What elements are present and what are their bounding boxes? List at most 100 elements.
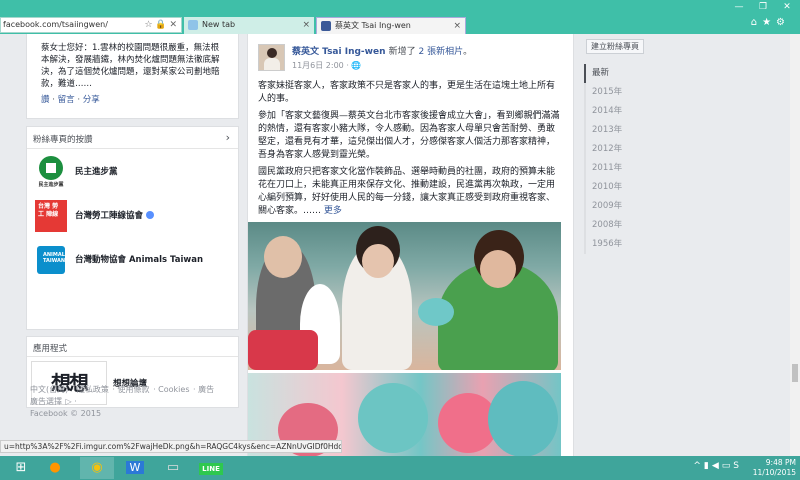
tab-favicon-icon — [321, 21, 331, 31]
home-icon[interactable]: ⌂ — [751, 17, 762, 28]
year-item[interactable]: 2014年 — [586, 102, 622, 121]
tab-label: New tab — [202, 20, 236, 29]
network-icon[interactable]: ▮ — [704, 461, 712, 471]
maximize-icon[interactable]: ❐ — [752, 0, 774, 14]
tab-favicon-icon — [188, 20, 198, 30]
post-photo-1[interactable] — [248, 222, 561, 370]
post-action-prefix: 新增了 — [388, 47, 416, 57]
footer-link[interactable]: Cookies — [158, 385, 189, 394]
liked-page-item[interactable]: 民主進步黨 民主進步黨 — [27, 149, 238, 193]
scrollbar-thumb[interactable] — [792, 364, 798, 382]
firefox-glyph: ● — [49, 460, 61, 475]
tlf-logo-icon: 台灣 勞工 陣線 — [35, 200, 67, 232]
comment-text: 蔡女士您好：1.雲林的校園問題很嚴重，無法根本解決，發展牆鐵，林內焚化爐問題無法… — [41, 43, 220, 89]
dpp-logo-icon: 民主進步黨 — [35, 156, 67, 188]
chrome-glyph: ◉ — [91, 460, 103, 475]
volume-icon[interactable]: ◀ — [712, 461, 722, 471]
address-bar[interactable]: facebook.com/tsaiingwen/ ☆ 🔒 ✕ — [0, 17, 182, 33]
line-app-icon[interactable]: LINE — [194, 457, 228, 479]
chevron-right-icon[interactable]: › — [226, 131, 230, 144]
tab-new-tab[interactable]: New tab × — [184, 17, 314, 34]
liked-page-name[interactable]: 台灣勞工陣線協會 — [75, 209, 143, 221]
word-glyph: W — [125, 461, 145, 474]
liked-page-name[interactable]: 台灣動物協會 Animals Taiwan — [75, 253, 203, 265]
star-icon[interactable]: ★ — [762, 17, 776, 28]
animals-taiwan-logo-icon: ANIMALS TAIWAN — [35, 244, 69, 276]
tab-tsai-ingwen[interactable]: 蔡英文 Tsai Ing-wen × — [316, 17, 466, 34]
post-action-suffix: 。 — [463, 47, 473, 57]
browser-chrome: facebook.com/tsaiingwen/ ☆ 🔒 ✕ New tab ×… — [0, 0, 800, 34]
footer-link[interactable]: 隱私政策 — [77, 385, 109, 394]
dpp-logo-text: 民主進步黨 — [38, 182, 64, 188]
footer-link[interactable]: 使用條款 — [118, 385, 150, 394]
browser-toolbar-icons[interactable]: ⌂★⚙ — [751, 17, 790, 28]
ime-icon[interactable]: S — [733, 461, 742, 471]
start-button[interactable]: ⊞ — [4, 457, 38, 479]
line-glyph: LINE — [199, 463, 223, 475]
year-item[interactable]: 2009年 — [586, 197, 622, 216]
caret-up-icon[interactable]: ^ — [693, 461, 704, 471]
year-item[interactable]: 2011年 — [586, 159, 622, 178]
link-status-bar: u=http%3A%2F%2Fi.imgur.com%2FwajHeDk.png… — [0, 440, 342, 453]
liked-page-item[interactable]: ANIMALS TAIWAN 台灣動物協會 Animals Taiwan — [27, 237, 238, 281]
comment-actions: 讚 · 留言 · 分享 — [41, 95, 100, 105]
see-more-link[interactable]: 更多 — [324, 206, 342, 216]
share-link[interactable]: 分享 — [83, 95, 100, 105]
author-avatar[interactable] — [258, 44, 285, 71]
create-page-button[interactable]: 建立粉絲專頁 — [586, 39, 644, 54]
close-window-icon[interactable]: ✕ — [776, 0, 798, 14]
explorer-glyph: ▭ — [166, 460, 180, 475]
post-paragraph: 客家妹挺客家人，客家政策不只是客家人的事，更是生活在這塊土地上所有人的事。 — [258, 81, 556, 104]
gear-icon[interactable]: ⚙ — [776, 17, 790, 28]
clock[interactable]: 9:48 PM 11/10/2015 — [753, 456, 796, 480]
chrome-icon[interactable]: ◉ — [80, 457, 114, 479]
tab-label: 蔡英文 Tsai Ing-wen — [335, 21, 411, 30]
year-item[interactable]: 2008年 — [586, 216, 622, 235]
liked-page-item[interactable]: 台灣 勞工 陣線 台灣勞工陣線協會 — [27, 193, 238, 237]
minimize-icon[interactable]: — — [728, 0, 750, 14]
post-paragraph: 參加「客家文藝復興—蔡英文台北市客家後援會成立大會」，看到鄉親們滿滿的熱情，還有… — [258, 111, 560, 160]
year-item[interactable]: 2013年 — [586, 121, 622, 140]
page-scrollbar[interactable] — [790, 34, 800, 456]
liked-pages-card: 粉絲專頁的按讚 › 民主進步黨 民主進步黨 台灣 勞工 陣線 台灣勞工陣線協會 … — [26, 126, 239, 330]
apps-title: 應用程式 — [27, 337, 238, 357]
post-body: 客家妹挺客家人，客家政策不只是客家人的事，更是生活在這塊土地上所有人的事。 參加… — [258, 80, 563, 218]
close-tab-icon[interactable]: × — [302, 17, 310, 33]
year-item[interactable]: 1956年 — [586, 235, 622, 254]
battery-icon[interactable]: ▭ — [722, 461, 734, 471]
taskbar: ⊞ ● ◉ W ▭ LINE ^▮◀▭S 9:48 PM 11/10/2015 — [0, 456, 800, 480]
explorer-icon[interactable]: ▭ — [156, 457, 190, 479]
copyright: Facebook © 2015 — [30, 409, 102, 418]
year-item[interactable]: 最新 — [584, 64, 622, 83]
post-time[interactable]: 11月6日 2:00 · — [292, 61, 349, 70]
close-tab-icon[interactable]: × — [453, 18, 461, 34]
comment-snippet-card: 蔡女士您好：1.雲林的校園問題很嚴重，無法根本解決，發展牆鐵，林內焚化爐問題無法… — [26, 34, 239, 119]
page: 蔡女士您好：1.雲林的校園問題很嚴重，無法根本解決，發展牆鐵，林內焚化爐問題無法… — [0, 34, 790, 456]
footer-link[interactable]: 廣告 — [198, 385, 214, 394]
post-paragraph: 國民黨政府只把客家文化當作裝飾品、選舉時動員的社團，政府的預算未能花在刀口上，未… — [258, 167, 556, 216]
footer: 中文(台灣) · 隱私政策 · 使用條款 · Cookies · 廣告 廣告選擇… — [30, 384, 230, 420]
author-name[interactable]: 蔡英文 Tsai Ing-wen — [292, 47, 386, 57]
year-item[interactable]: 2012年 — [586, 140, 622, 159]
year-item[interactable]: 2010年 — [586, 178, 622, 197]
tlf-logo-text: 台灣 勞工 陣線 — [38, 203, 59, 218]
system-tray-icons[interactable]: ^▮◀▭S — [693, 461, 742, 471]
like-link[interactable]: 讚 — [41, 95, 50, 105]
word-icon[interactable]: W — [118, 457, 152, 479]
liked-page-name[interactable]: 民主進步黨 — [75, 165, 118, 177]
address-text: facebook.com/tsaiingwen/ — [3, 20, 108, 29]
post-header: 蔡英文 Tsai Ing-wen 新增了 2 張新相片。 11月6日 2:00 … — [258, 44, 563, 72]
clock-time: 9:48 PM — [765, 458, 796, 467]
year-item[interactable]: 2015年 — [586, 83, 622, 102]
clock-date: 11/10/2015 — [752, 468, 796, 477]
animals-taiwan-logo-text: ANIMALS TAIWAN — [43, 252, 69, 264]
verified-badge-icon — [146, 211, 155, 219]
footer-link[interactable]: 廣告選擇 — [30, 397, 62, 406]
globe-icon: 🌐 — [351, 61, 362, 70]
footer-link[interactable]: 中文(台灣) — [30, 385, 68, 394]
firefox-icon[interactable]: ● — [38, 457, 72, 479]
lock-icon: ☆ 🔒 ✕ — [144, 20, 177, 30]
post-action-link[interactable]: 2 張新相片 — [419, 47, 464, 57]
comment-link[interactable]: 留言 — [58, 95, 75, 105]
liked-pages-header[interactable]: 粉絲專頁的按讚 › — [27, 127, 238, 149]
